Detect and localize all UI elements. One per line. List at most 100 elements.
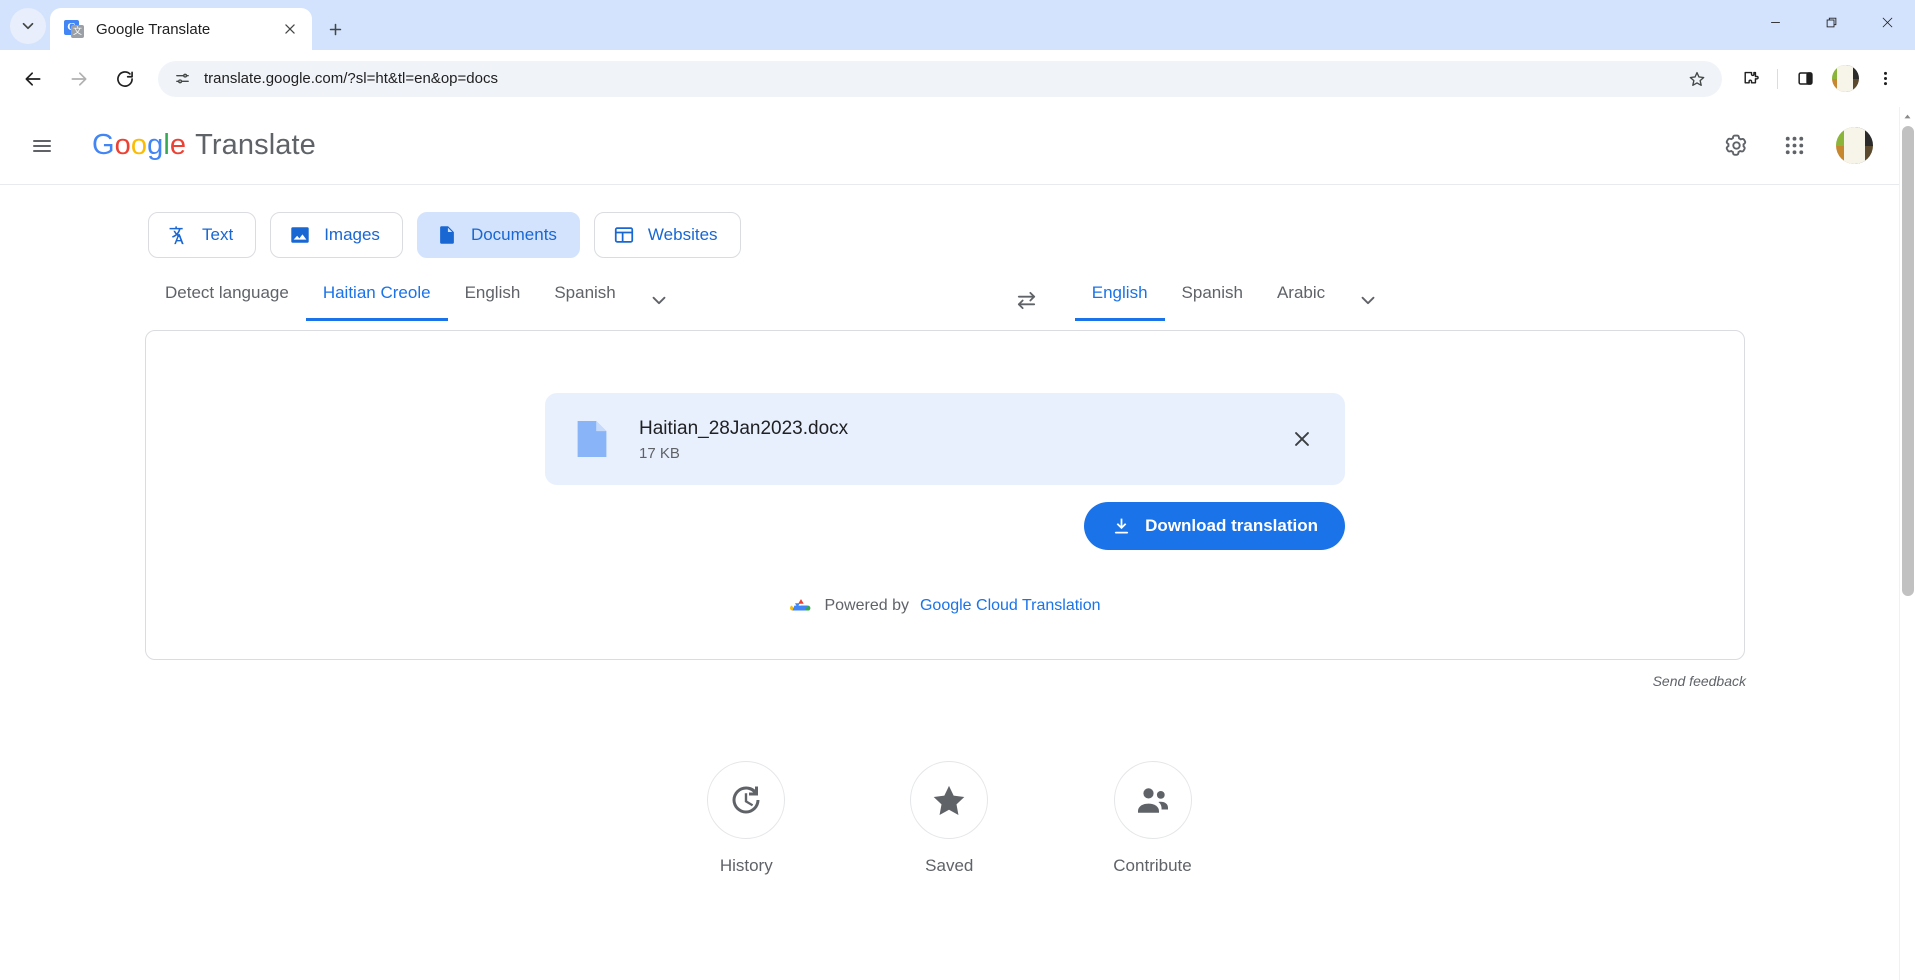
powered-by-row: Powered by Google Cloud Translation [789,596,1100,616]
action-contribute[interactable]: Contribute [1113,761,1191,876]
window-controls [1747,0,1915,44]
tab-close-button[interactable] [278,17,302,41]
logo-word-translate: Translate [195,129,316,161]
tab-documents[interactable]: Documents [417,212,580,258]
close-icon [1880,15,1895,30]
gear-icon [1724,133,1749,158]
website-icon [613,224,635,246]
google-cloud-translation-link[interactable]: Google Cloud Translation [920,597,1101,615]
scrollbar-thumb[interactable] [1902,126,1914,596]
google-cloud-icon [789,596,813,616]
browser-window: G文 Google Translate [0,0,1915,980]
chrome-menu-button[interactable] [1867,61,1903,97]
tab-images[interactable]: Images [270,212,403,258]
send-feedback-link[interactable]: Send feedback [1653,673,1746,689]
download-icon [1111,516,1132,537]
tab-search-button[interactable] [10,8,46,44]
contribute-label: Contribute [1113,856,1191,876]
logo-letter-o1: o [115,129,131,161]
browser-toolbar: translate.google.com/?sl=ht&tl=en&op=doc… [0,50,1915,107]
profile-button[interactable] [1827,61,1863,97]
file-meta: Haitian_28Jan2023.docx 17 KB [639,416,1281,462]
settings-button[interactable] [1712,122,1760,170]
saved-button[interactable] [910,761,988,839]
plus-icon [327,21,344,38]
download-row: Download translation [545,502,1345,550]
source-lang-detect-language[interactable]: Detect language [148,282,306,321]
extensions-button[interactable] [1732,61,1768,97]
swap-horizontal-icon [1015,289,1038,312]
action-history[interactable]: History [707,761,785,876]
docx-file-icon [577,421,607,457]
bottom-actions: History Saved Contribute [0,761,1899,876]
target-language-more-button[interactable] [1348,282,1388,318]
logo-letter-o2: o [131,129,147,161]
document-icon [436,224,458,246]
page-viewport: GoogleTranslate Text [0,107,1915,980]
source-lang-spanish[interactable]: Spanish [537,282,632,321]
account-avatar[interactable] [1836,127,1873,164]
feedback-row: Send feedback [145,673,1746,689]
tab-websites[interactable]: Websites [594,212,741,258]
url-text: translate.google.com/?sl=ht&tl=en&op=doc… [204,70,1684,87]
restore-button[interactable] [1803,0,1859,44]
toolbar-divider [1777,69,1778,89]
star-filled-icon [931,782,967,818]
arrow-left-icon [23,69,43,89]
chevron-up-icon [1903,112,1912,121]
action-saved[interactable]: Saved [910,761,988,876]
google-translate-page: GoogleTranslate Text [0,107,1899,980]
saved-label: Saved [925,856,973,876]
document-translation-card: Haitian_28Jan2023.docx 17 KB Download tr… [145,330,1745,660]
tab-text[interactable]: Text [148,212,256,258]
back-button[interactable] [15,61,51,97]
arrow-right-icon [69,69,89,89]
target-lang-arabic[interactable]: Arabic [1260,282,1342,321]
translate-text-icon [167,224,189,246]
remove-file-button[interactable] [1281,418,1323,460]
logo-letter-e: e [170,129,186,161]
download-translation-button[interactable]: Download translation [1084,502,1345,550]
new-tab-button[interactable] [318,12,352,46]
site-info-button[interactable] [172,69,192,89]
address-bar[interactable]: translate.google.com/?sl=ht&tl=en&op=doc… [158,61,1722,97]
three-dot-menu-icon [1876,69,1895,88]
contribute-button[interactable] [1114,761,1192,839]
reload-button[interactable] [107,61,143,97]
chevron-down-icon [19,17,37,35]
target-lang-spanish[interactable]: Spanish [1165,282,1260,321]
close-icon [283,22,297,36]
reload-icon [115,69,135,89]
scroll-up-button[interactable] [1900,107,1915,125]
close-window-button[interactable] [1859,0,1915,44]
google-translate-logo[interactable]: GoogleTranslate [92,129,316,162]
tab-websites-label: Websites [648,225,718,245]
source-language-more-button[interactable] [639,282,679,318]
puzzle-icon [1741,69,1760,88]
forward-button[interactable] [61,61,97,97]
tab-images-label: Images [324,225,380,245]
target-lang-english[interactable]: English [1075,282,1165,321]
logo-letter-g1: G [92,129,115,161]
minimize-icon [1768,15,1783,30]
source-lang-haitian-creole[interactable]: Haitian Creole [306,282,448,321]
swap-languages-button[interactable] [1005,282,1049,318]
file-size: 17 KB [639,445,1281,462]
main-menu-button[interactable] [18,122,66,170]
side-panel-button[interactable] [1787,61,1823,97]
tune-icon [174,70,191,87]
browser-tab[interactable]: G文 Google Translate [50,8,312,50]
page-scrollbar[interactable] [1899,107,1915,980]
translate-header: GoogleTranslate [0,107,1899,185]
download-translation-label: Download translation [1145,516,1318,536]
source-lang-english[interactable]: English [448,282,538,321]
google-apps-button[interactable] [1770,122,1818,170]
minimize-button[interactable] [1747,0,1803,44]
tab-documents-label: Documents [471,225,557,245]
side-panel-icon [1796,69,1815,88]
bookmark-button[interactable] [1684,66,1710,92]
image-icon [289,224,311,246]
history-button[interactable] [707,761,785,839]
powered-by-text: Powered by [824,597,909,615]
history-clock-icon [728,782,764,818]
